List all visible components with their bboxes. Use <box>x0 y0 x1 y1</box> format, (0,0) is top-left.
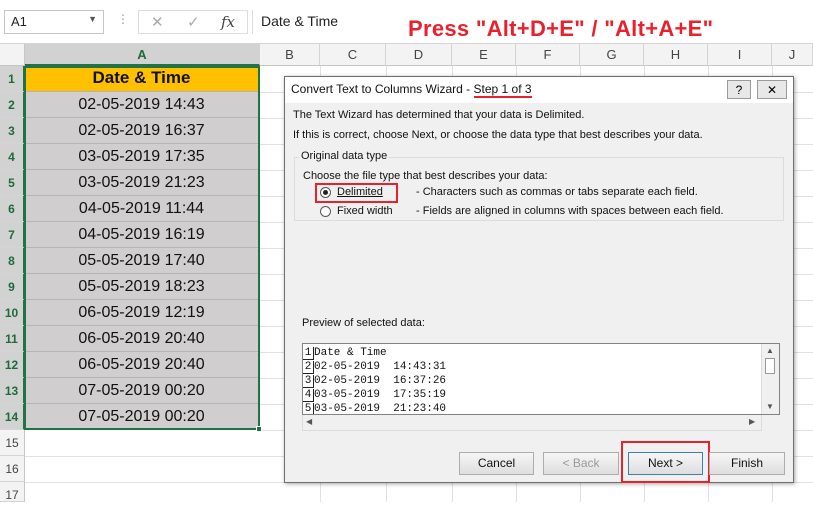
column-header-f[interactable]: F <box>516 44 580 66</box>
preview-row-text: 03-05-2019 17:35:19 <box>314 389 447 401</box>
row-header[interactable]: 12 <box>0 352 25 378</box>
file-type-label: Choose the file type that best describes… <box>303 170 548 182</box>
row-header[interactable]: 4 <box>0 144 25 170</box>
preview-row: 3 02-05-2019 16:37:26 <box>303 375 446 389</box>
preview-row-number: 5 <box>303 403 314 414</box>
scroll-right-icon[interactable]: ▶ <box>749 417 755 426</box>
preview-row-number: 3 <box>303 375 314 388</box>
dialog-step: Step 1 of 3 <box>473 82 532 98</box>
preview-row-number: 2 <box>303 361 314 374</box>
option-delimited-label[interactable]: Delimited <box>337 186 383 198</box>
preview-row-number: 1 <box>303 347 314 360</box>
row-header[interactable]: 17 <box>0 482 25 502</box>
option-fixed-width-label[interactable]: Fixed width <box>337 205 393 217</box>
column-header-i[interactable]: I <box>708 44 772 66</box>
scroll-down-icon[interactable]: ▼ <box>766 402 774 411</box>
function-icon[interactable]: fx <box>221 13 235 31</box>
row-header[interactable]: 1 <box>0 66 25 92</box>
data-preview[interactable]: 1 Date & Time 2 02-05-2019 14:43:31 3 02-05… <box>302 343 780 415</box>
column-header-e[interactable]: E <box>452 44 516 66</box>
drag-handle-icon[interactable]: ⋮ <box>117 12 129 26</box>
preview-label: Preview of selected data: <box>302 317 425 329</box>
column-header-b[interactable]: B <box>260 44 320 66</box>
column-header-a[interactable]: A <box>25 44 260 66</box>
dialog-title: Convert Text to Columns Wizard - <box>291 82 474 96</box>
column-header-g[interactable]: G <box>580 44 644 66</box>
preview-row: 5 03-05-2019 21:23:40 <box>303 403 446 414</box>
row-header[interactable]: 16 <box>0 456 25 482</box>
back-button[interactable]: < Back <box>543 452 619 475</box>
preview-row-text: Date & Time <box>314 347 387 359</box>
scroll-up-icon[interactable]: ▲ <box>766 346 774 355</box>
row-header[interactable]: 8 <box>0 248 25 274</box>
name-box-value: A1 <box>11 14 27 29</box>
help-button[interactable]: ? <box>727 80 751 99</box>
preview-row: 2 02-05-2019 14:43:31 <box>303 361 446 375</box>
check-icon[interactable]: ✓ <box>187 13 200 31</box>
row-header[interactable]: 15 <box>0 430 25 456</box>
wizard-intro-text: The Text Wizard has determined that your… <box>293 109 585 121</box>
column-header-h[interactable]: H <box>644 44 708 66</box>
column-header-d[interactable]: D <box>386 44 452 66</box>
cancel-button[interactable]: Cancel <box>459 452 534 475</box>
scroll-left-icon[interactable]: ◀ <box>306 417 312 426</box>
select-all-corner[interactable] <box>0 44 25 66</box>
dialog-title-bar[interactable]: Convert Text to Columns Wizard - Step 1 … <box>285 77 793 103</box>
scroll-thumb[interactable] <box>765 358 775 374</box>
column-header-c[interactable]: C <box>320 44 386 66</box>
finish-button[interactable]: Finish <box>709 452 785 475</box>
radio-fixed-width[interactable] <box>320 206 331 217</box>
radio-delimited[interactable] <box>320 187 331 198</box>
preview-row-text: 02-05-2019 14:43:31 <box>314 361 447 373</box>
close-icon[interactable]: ✕ <box>757 80 787 99</box>
selection-border <box>24 66 260 430</box>
chevron-down-icon[interactable]: ▼ <box>88 14 97 24</box>
row-header[interactable]: 5 <box>0 170 25 196</box>
row-header[interactable]: 13 <box>0 378 25 404</box>
preview-row-text: 02-05-2019 16:37:26 <box>314 375 447 387</box>
name-box[interactable]: A1 ▼ <box>4 10 104 34</box>
row-header[interactable]: 2 <box>0 92 25 118</box>
fill-handle[interactable] <box>256 426 262 432</box>
row-header[interactable]: 7 <box>0 222 25 248</box>
preview-row: 1 Date & Time <box>303 347 387 361</box>
row-header[interactable]: 11 <box>0 326 25 352</box>
column-header-j[interactable]: J <box>772 44 813 66</box>
row-header[interactable]: 14 <box>0 404 25 430</box>
row-header[interactable]: 10 <box>0 300 25 326</box>
shortcut-annotation: Press "Alt+D+E" / "Alt+A+E" <box>408 16 714 41</box>
row-header[interactable]: 6 <box>0 196 25 222</box>
next-button[interactable]: Next > <box>628 452 703 475</box>
row-header[interactable]: 3 <box>0 118 25 144</box>
option-fixed-width-desc: - Fields are aligned in columns with spa… <box>416 205 724 217</box>
cancel-icon[interactable]: ✕ <box>151 13 164 31</box>
row-header[interactable]: 9 <box>0 274 25 300</box>
text-to-columns-dialog: Convert Text to Columns Wizard - Step 1 … <box>284 76 794 483</box>
preview-row-number: 4 <box>303 389 314 402</box>
preview-row-text: 03-05-2019 21:23:40 <box>314 403 447 414</box>
preview-row: 4 03-05-2019 17:35:19 <box>303 389 446 403</box>
option-delimited-desc: - Characters such as commas or tabs sepa… <box>416 186 698 198</box>
group-label: Original data type <box>299 150 390 162</box>
formula-buttons: ✕ ✓ fx <box>138 10 248 34</box>
horizontal-scrollbar[interactable]: ◀ ▶ <box>302 415 762 431</box>
wizard-hint-text: If this is correct, choose Next, or choo… <box>293 129 703 141</box>
vertical-scrollbar[interactable]: ▲ ▼ <box>761 344 779 414</box>
